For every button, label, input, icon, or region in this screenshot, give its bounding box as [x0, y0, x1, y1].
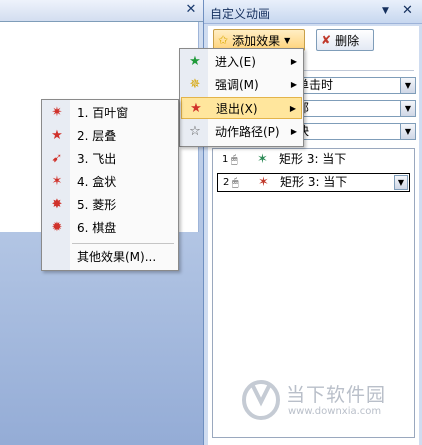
exit-effect-icon: ✶ [258, 175, 269, 190]
delete-label: 删除 [335, 33, 360, 48]
arrow-right-icon: ▶ [290, 57, 297, 66]
emphasis-star-icon: ✵ [189, 77, 201, 92]
blinds-effect-icon: ✷ [51, 105, 63, 120]
chevron-down-icon[interactable]: ▼ [400, 124, 415, 139]
start-select[interactable]: 单击时 ▼ [294, 77, 416, 94]
pane-title: 自定义动画 [210, 7, 271, 21]
exit-effect-item[interactable]: ✸ 5. 菱形 [43, 194, 177, 216]
menu-separator [72, 243, 174, 244]
star-icon: ✩ [218, 33, 229, 47]
exit-effect-item[interactable]: ✷ 1. 百叶窗 [43, 102, 177, 124]
mouse-icon: 🖱 [232, 176, 239, 189]
delete-button[interactable]: ✘ 删除 [316, 29, 374, 51]
mouse-icon: 🖱 [231, 153, 238, 166]
menu-item-label: 其他效果(M)... [77, 250, 157, 264]
enter-effect-icon: ✶ [257, 152, 268, 167]
animation-item[interactable]: 1 🖱 ✶ 矩形 3: 当下 [217, 151, 410, 170]
document-topbar: ✕ [0, 0, 203, 22]
item-number: 2. [77, 129, 89, 143]
item-label: 矩形 3: 当下 [279, 152, 347, 166]
watermark-text: 当下软件园 [286, 384, 387, 406]
checkerboard-effect-icon: ✹ [51, 220, 63, 235]
exit-effect-item[interactable]: ✹ 6. 棋盘 [43, 217, 177, 239]
pane-options-icon[interactable]: ▼ [382, 6, 389, 16]
speed-select[interactable]: 快 ▼ [294, 123, 416, 140]
chevron-down-icon[interactable]: ▼ [400, 101, 415, 116]
watermark-logo-icon [242, 380, 280, 420]
motion-path-star-icon: ☆ [189, 124, 201, 139]
menu-item-exit[interactable]: ★ 退出(X) ▶ [181, 97, 302, 119]
arrow-right-icon: ▶ [290, 80, 297, 89]
item-label: 矩形 3: 当下 [280, 175, 348, 189]
menu-item-label: 动作路径(P) [215, 125, 280, 139]
item-number: 5. [77, 198, 89, 212]
menu-item-motion-path[interactable]: ☆ 动作路径(P) ▶ [181, 121, 302, 143]
enter-star-icon: ★ [189, 54, 201, 69]
exit-star-icon: ★ [190, 101, 202, 116]
menu-item-label: 盒状 [92, 175, 117, 189]
watermark-url: www.downxia.com [288, 406, 382, 417]
arrow-right-icon: ▶ [290, 127, 297, 136]
chevron-down-icon[interactable]: ▼ [400, 78, 415, 93]
item-number: 1. [77, 106, 89, 120]
animation-item[interactable]: 2 🖱 ✶ 矩形 3: 当下 ▼ [217, 173, 410, 192]
cascade-effect-icon: ★ [51, 128, 63, 143]
menu-item-enter[interactable]: ★ 进入(E) ▶ [181, 51, 302, 73]
add-effect-label: 添加效果 [232, 33, 281, 48]
menu-item-label: 百叶窗 [92, 106, 129, 120]
arrow-right-icon: ▶ [289, 104, 296, 113]
delete-star-icon: ✘ [321, 33, 332, 47]
menu-item-label: 棋盘 [92, 221, 117, 235]
menu-item-label: 退出(X) [216, 102, 258, 116]
item-number: 4. [77, 175, 89, 189]
property-select[interactable]: 部 ▼ [294, 100, 416, 117]
box-effect-icon: ✶ [51, 174, 63, 189]
exit-effect-item[interactable]: ➹ 3. 飞出 [43, 148, 177, 170]
add-effect-menu: ★ 进入(E) ▶ ✵ 强调(M) ▶ ★ 退出(X) ▶ ☆ 动作路径(P) … [179, 48, 304, 147]
exit-effect-submenu: ✷ 1. 百叶窗 ★ 2. 层叠 ➹ 3. 飞出 ✶ 4. 盒状 ✸ 5. 菱形… [41, 99, 179, 271]
exit-effect-item[interactable]: ★ 2. 层叠 [43, 125, 177, 147]
menu-item-emphasis[interactable]: ✵ 强调(M) ▶ [181, 74, 302, 96]
menu-item-label: 飞出 [92, 152, 117, 166]
item-number: 6. [77, 221, 89, 235]
exit-effect-item[interactable]: ✶ 4. 盒状 [43, 171, 177, 193]
watermark: 当下软件园 www.downxia.com [241, 376, 411, 426]
diamond-effect-icon: ✸ [51, 197, 63, 212]
menu-item-label: 强调(M) [215, 78, 259, 92]
chevron-down-icon[interactable]: ▼ [394, 175, 408, 190]
item-number: 1 [222, 154, 229, 165]
menu-item-label: 层叠 [92, 129, 117, 143]
item-number: 3. [77, 152, 89, 166]
pane-close-icon[interactable]: ✕ [402, 3, 413, 18]
menu-item-label: 进入(E) [215, 55, 256, 69]
fly-out-effect-icon: ➹ [51, 151, 63, 166]
menu-item-label: 菱形 [92, 198, 117, 212]
document-close-icon[interactable]: ✕ [183, 2, 199, 18]
chevron-down-icon: ▼ [284, 35, 291, 45]
more-effects-item[interactable]: 其他效果(M)... [43, 246, 177, 268]
item-number: 2 [223, 177, 230, 188]
pane-header: 自定义动画 ▼ ✕ [204, 0, 422, 24]
